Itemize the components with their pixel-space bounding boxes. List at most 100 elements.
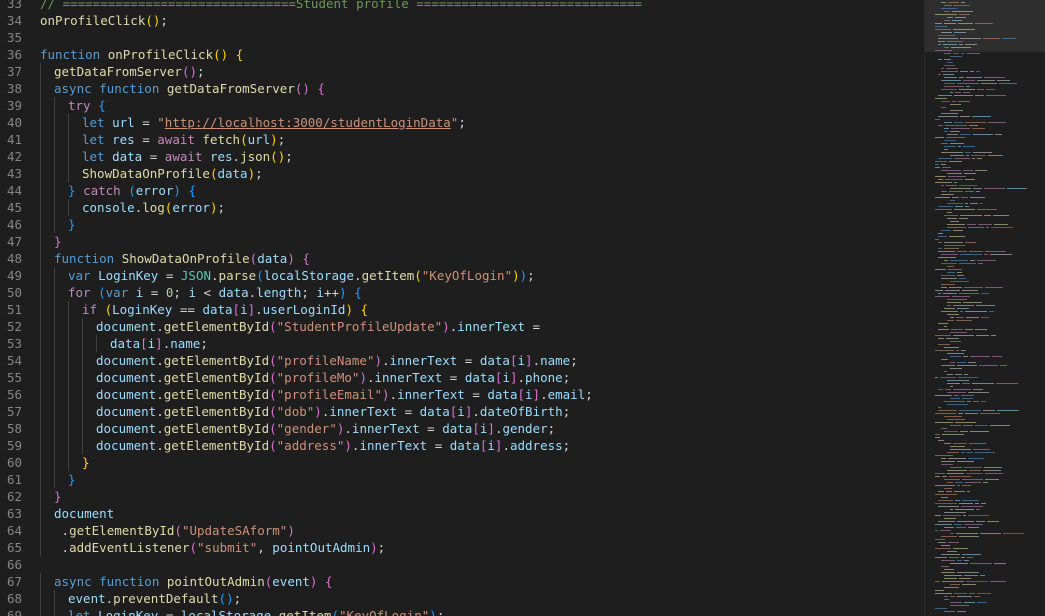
code-line[interactable]: let LoginKey = localStorage.getItem("Key…: [40, 607, 924, 616]
code-line[interactable]: event.preventDefault();: [40, 590, 924, 607]
indent-guide: [68, 148, 69, 165]
minimap-line: [957, 572, 979, 573]
code-line[interactable]: document: [40, 505, 924, 522]
minimap-line: [950, 533, 954, 534]
minimap-line: [941, 80, 961, 81]
minimap-line: [950, 446, 965, 447]
minimap-line: [961, 452, 965, 453]
code-token: gender: [502, 421, 548, 436]
code-line[interactable]: function ShowDataOnProfile(data) {: [40, 250, 924, 267]
minimap-line: [950, 563, 968, 564]
code-line[interactable]: document.getElementById("dob").innerText…: [40, 403, 924, 420]
minimap-line: [967, 491, 970, 492]
minimap-line: [941, 254, 958, 255]
minimap-line: [957, 308, 969, 309]
code-line[interactable]: }: [40, 454, 924, 471]
code-token: "submit": [197, 540, 258, 555]
code-line[interactable]: }: [40, 471, 924, 488]
minimap-line: [941, 89, 957, 90]
minimap-line: [942, 434, 964, 435]
code-line[interactable]: [40, 556, 924, 573]
code-token: preventDefault: [113, 591, 219, 606]
minimap-line: [963, 80, 975, 81]
code-line[interactable]: document.getElementById("profileName").i…: [40, 352, 924, 369]
code-line[interactable]: function onProfileClick() {: [40, 46, 924, 63]
code-line[interactable]: }: [40, 233, 924, 250]
minimap-line: [935, 530, 938, 531]
code-line[interactable]: for (var i = 0; i < data.length; i++) {: [40, 284, 924, 301]
minimap-line: [987, 521, 999, 522]
minimap-line: [981, 503, 986, 504]
code-line[interactable]: console.log(error);: [40, 199, 924, 216]
code-token: (: [331, 608, 339, 616]
code-token: ;: [255, 166, 263, 181]
code-token: "profileName": [276, 353, 375, 368]
code-token: async function: [54, 81, 167, 96]
minimap-line: [935, 161, 947, 162]
line-number-gutter: 33 34 35 36 37 38 39 40 41 42 43 44 45 46 47 48 49 50 51 52…: [0, 0, 22, 616]
code-line[interactable]: let data = await res.json();: [40, 148, 924, 165]
minimap-line: [949, 191, 963, 192]
code-line[interactable]: }: [40, 216, 924, 233]
code-line[interactable]: .getElementById("UpdateSAform"): [40, 522, 924, 539]
minimap-line: [959, 89, 975, 90]
code-line[interactable]: [40, 29, 924, 46]
minimap-line: [950, 110, 963, 111]
minimap-line: [976, 305, 995, 306]
minimap-line: [950, 92, 953, 93]
minimap-line: [967, 401, 971, 402]
minimap-line: [938, 158, 952, 159]
code-line[interactable]: }: [40, 488, 924, 505]
code-line[interactable]: document.getElementById("address").inner…: [40, 437, 924, 454]
code-line[interactable]: } catch (error) {: [40, 182, 924, 199]
code-line[interactable]: var LoginKey = JSON.parse(localStorage.g…: [40, 267, 924, 284]
code-token: ): [370, 540, 378, 555]
code-line[interactable]: document.getElementById("profileMo").inn…: [40, 369, 924, 386]
minimap-line: [980, 533, 1001, 534]
code-line[interactable]: if (LoginKey == data[i].userLoginId) {: [40, 301, 924, 318]
minimap-line: [955, 92, 961, 93]
code-line[interactable]: document.getElementById("gender").innerT…: [40, 420, 924, 437]
indent-guide: [68, 403, 69, 420]
code-editor[interactable]: 33 34 35 36 37 38 39 40 41 42 43 44 45 46 47 48 49 50 51 52…: [0, 0, 1045, 616]
minimap-line: [935, 350, 954, 351]
code-line[interactable]: onProfileClick();: [40, 12, 924, 29]
code-token: let: [82, 115, 113, 130]
minimap[interactable]: [924, 0, 1045, 616]
code-line[interactable]: let url = "http://localhost:3000/student…: [40, 114, 924, 131]
code-area[interactable]: // ===============================Studen…: [40, 0, 924, 616]
indent-guide: [54, 607, 55, 616]
minimap-line: [960, 134, 971, 135]
code-line[interactable]: getDataFromServer();: [40, 63, 924, 80]
code-line[interactable]: .addEventListener("submit", pointOutAdmi…: [40, 539, 924, 556]
minimap-line: [949, 287, 962, 288]
minimap-line: [957, 362, 966, 363]
code-token: ): [287, 523, 295, 538]
code-line[interactable]: async function pointOutAdmin(event) {: [40, 573, 924, 590]
code-line[interactable]: let res = await fetch(url);: [40, 131, 924, 148]
minimap-line: [973, 389, 983, 390]
code-line[interactable]: ShowDataOnProfile(data);: [40, 165, 924, 182]
code-token: ): [345, 302, 353, 317]
code-token: "UpdateSAform": [181, 523, 288, 538]
code-token: ;: [285, 149, 293, 164]
code-token: .: [382, 353, 390, 368]
minimap-line: [944, 479, 960, 480]
minimap-line: [959, 578, 971, 579]
code-line[interactable]: document.getElementById("profileEmail").…: [40, 386, 924, 403]
minimap-line: [981, 317, 989, 318]
minimap-line: [943, 74, 954, 75]
minimap-line: [943, 293, 957, 294]
code-token: =: [442, 370, 465, 385]
code-line[interactable]: async function getDataFromServer() {: [40, 80, 924, 97]
minimap-line: [947, 551, 957, 552]
line-number: 37: [6, 64, 22, 79]
code-line[interactable]: // ===============================Studen…: [40, 0, 924, 12]
minimap-line: [950, 602, 962, 603]
code-line[interactable]: document.getElementById("StudentProfileU…: [40, 318, 924, 335]
minimap-line: [944, 77, 957, 78]
minimap-line: [941, 8, 957, 9]
minimap-line: [989, 311, 994, 312]
code-line[interactable]: data[i].name;: [40, 335, 924, 352]
code-line[interactable]: try {: [40, 97, 924, 114]
